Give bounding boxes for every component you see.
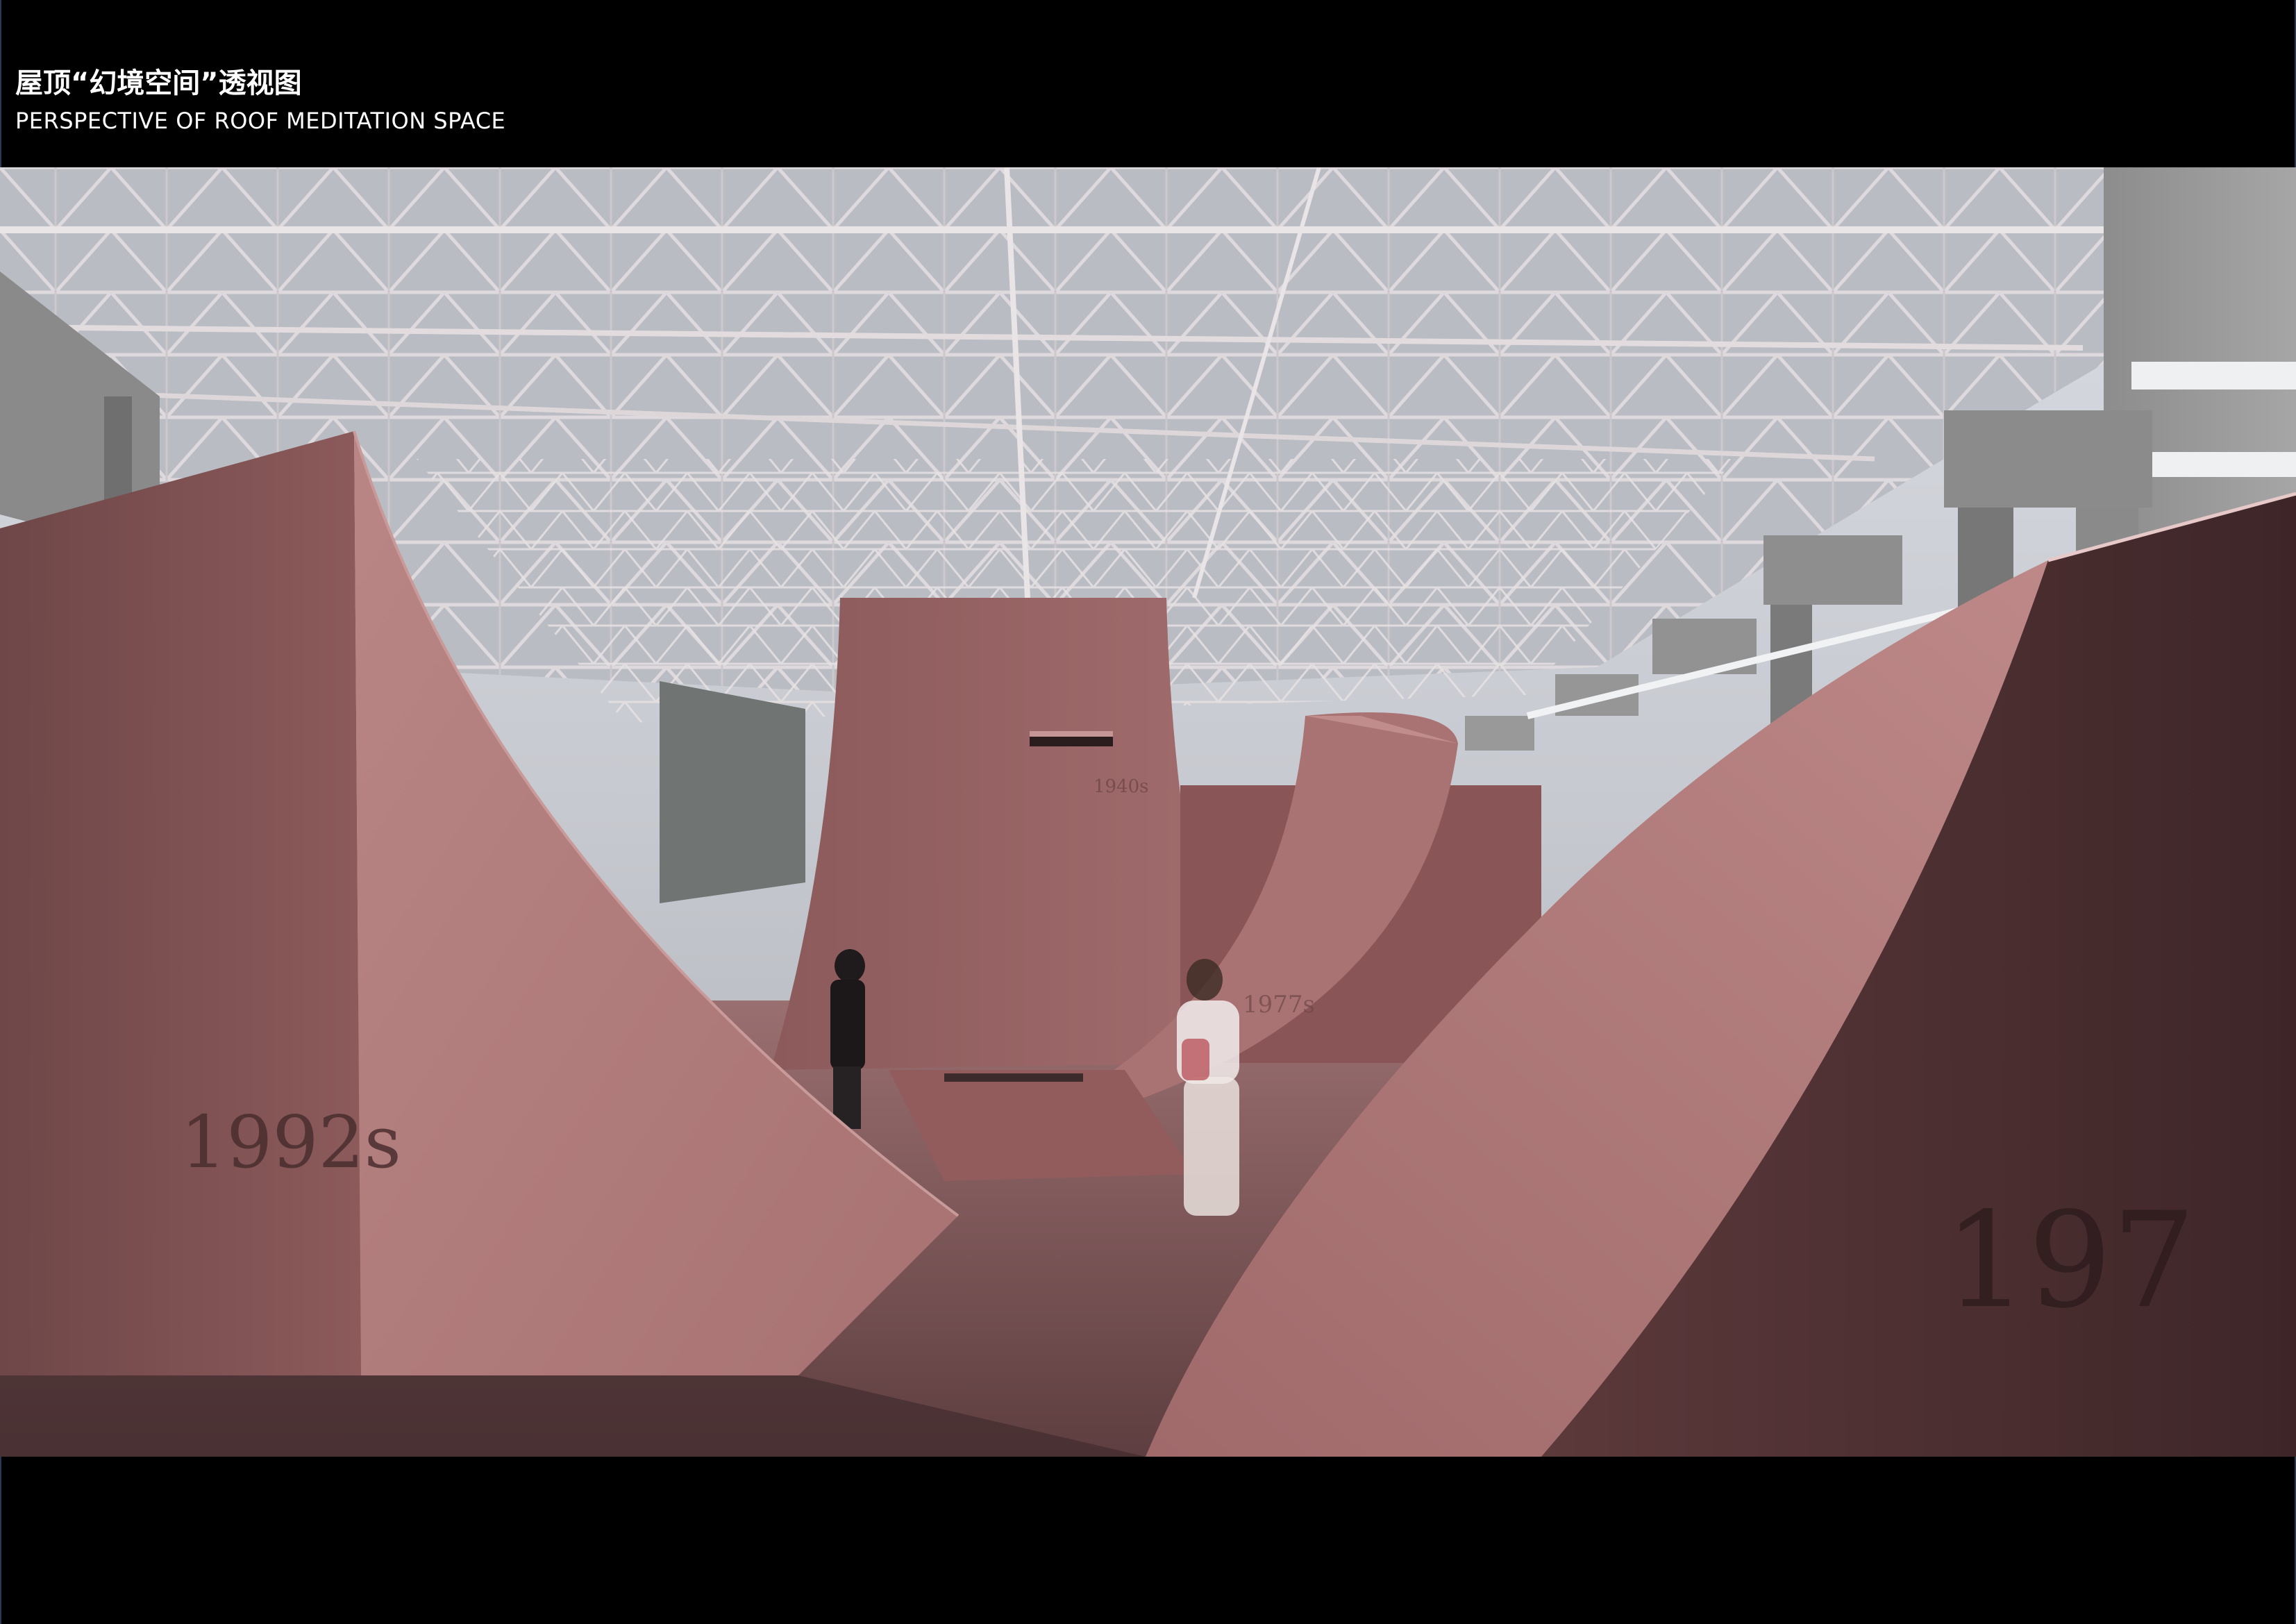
scene-svg: 1940s 1977s 1992s 197 xyxy=(0,167,2296,1457)
header: 屋顶“幻境空间”透视图 PERSPECTIVE OF ROOF MEDITATI… xyxy=(15,64,1126,139)
title-english: PERSPECTIVE OF ROOF MEDITATION SPACE xyxy=(15,108,506,134)
engraving-1940s: 1940s xyxy=(1093,776,1149,797)
engraving-1992s: 1992s xyxy=(181,1100,401,1184)
engraving-1977s: 1977s xyxy=(1243,991,1315,1019)
poster-frame: 屋顶“幻境空间”透视图 PERSPECTIVE OF ROOF MEDITATI… xyxy=(0,0,2296,1624)
perspective-rendering: 1940s 1977s 1992s 197 xyxy=(0,167,2296,1457)
engraving-197: 197 xyxy=(1944,1184,2196,1337)
title-chinese: 屋顶“幻境空间”透视图 xyxy=(15,67,302,99)
